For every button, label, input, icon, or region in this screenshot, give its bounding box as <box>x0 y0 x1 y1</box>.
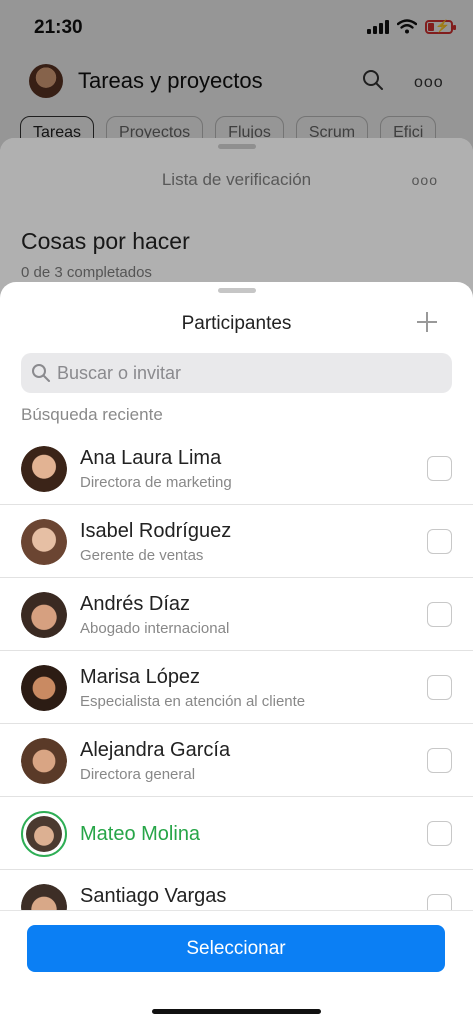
sheet-title: Participantes <box>181 313 292 334</box>
search-icon <box>32 364 50 382</box>
list-item[interactable]: Mateo Molina <box>0 797 473 870</box>
home-indicator[interactable] <box>152 1009 321 1014</box>
select-checkbox[interactable] <box>427 529 452 554</box>
avatar <box>21 665 67 711</box>
list-item[interactable]: Isabel Rodríguez Gerente de ventas <box>0 505 473 578</box>
participant-name: Alejandra García <box>80 739 231 761</box>
select-checkbox[interactable] <box>427 602 452 627</box>
avatar <box>21 592 67 638</box>
participant-name: Mateo Molina <box>80 823 201 845</box>
participant-name: Ana Laura Lima <box>80 447 222 469</box>
section-label: Búsqueda reciente <box>21 405 163 424</box>
participant-name: Santiago Vargas <box>80 885 227 907</box>
participants-sheet: Participantes Buscar o invitar Búsqueda … <box>0 282 473 1024</box>
select-checkbox[interactable] <box>427 821 452 846</box>
participant-role: Gerente de ventas <box>80 547 204 564</box>
search-input[interactable]: Buscar o invitar <box>21 353 452 393</box>
search-placeholder: Buscar o invitar <box>57 363 182 383</box>
sheet-grabber[interactable] <box>217 288 256 293</box>
select-button[interactable]: Seleccionar <box>27 925 445 972</box>
list-item[interactable]: Ana Laura Lima Directora de marketing <box>0 432 473 505</box>
list-item[interactable]: Alejandra García Directora general <box>0 724 473 797</box>
list-item[interactable]: Andrés Díaz Abogado internacional <box>0 578 473 651</box>
participant-role: Directora general <box>80 766 196 783</box>
select-checkbox[interactable] <box>427 748 452 773</box>
select-checkbox[interactable] <box>427 675 452 700</box>
participant-role: Abogado internacional <box>80 620 230 637</box>
participant-role: Directora de marketing <box>80 474 232 491</box>
participant-name: Marisa López <box>80 666 201 688</box>
participant-role: Especialista en atención al cliente <box>80 693 306 710</box>
select-checkbox[interactable] <box>427 456 452 481</box>
avatar <box>21 446 67 492</box>
avatar <box>21 811 67 857</box>
avatar <box>21 738 67 784</box>
bottom-bar: Seleccionar <box>0 910 473 1024</box>
list-item[interactable]: Marisa López Especialista en atención al… <box>0 651 473 724</box>
avatar <box>21 519 67 565</box>
participant-name: Andrés Díaz <box>80 593 191 615</box>
add-icon[interactable] <box>417 312 437 332</box>
participant-list: Ana Laura Lima Directora de marketing Is… <box>0 432 473 943</box>
participant-name: Isabel Rodríguez <box>80 520 232 542</box>
